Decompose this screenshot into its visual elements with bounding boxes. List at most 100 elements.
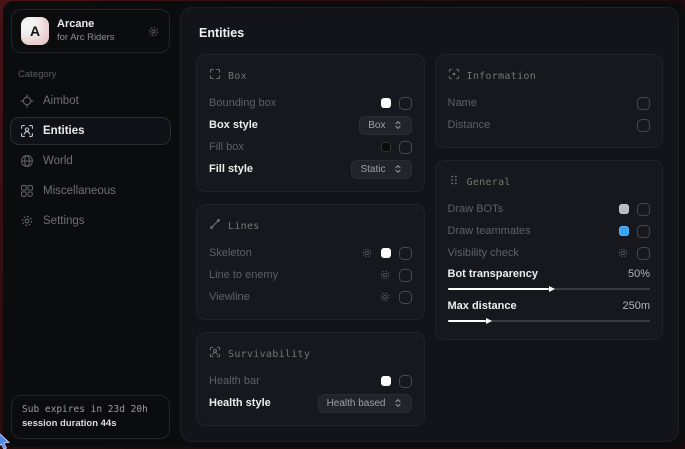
brand-card: A Arcane for Arc Riders (11, 9, 170, 53)
slider-thumb[interactable] (549, 286, 555, 292)
panel-lines: Lines Skeleton (196, 204, 425, 320)
sidebar-item-world[interactable]: World (10, 147, 171, 175)
panel-information: Information Name Distance (435, 54, 664, 148)
row-fill-style: Fill style Static (209, 158, 412, 180)
checkbox[interactable] (399, 247, 412, 260)
panel-title: Box (228, 71, 247, 82)
color-swatch[interactable] (619, 204, 629, 214)
sidebar-item-miscellaneous[interactable]: Miscellaneous (10, 177, 171, 205)
row-fill-box: Fill box (209, 136, 412, 158)
crosshair-icon (20, 94, 34, 108)
brand-title: Arcane (57, 18, 139, 32)
checkbox[interactable] (637, 247, 650, 260)
setting-label: Skeleton (209, 247, 252, 259)
panel-title: Information (467, 71, 537, 82)
setting-label: Bounding box (209, 97, 276, 109)
row-health-bar: Health bar (209, 370, 412, 392)
gear-icon[interactable] (617, 247, 629, 259)
row-skeleton: Skeleton (209, 242, 412, 264)
checkbox[interactable] (399, 269, 412, 282)
color-swatch[interactable] (381, 142, 391, 152)
main-panel: Entities Box Bounding box (180, 7, 679, 442)
brand-subtitle: for Arc Riders (57, 32, 139, 44)
setting-label: Draw BOTs (448, 203, 504, 215)
panel-lines-header: Lines (209, 217, 412, 235)
sidebar-nav: Aimbot Entities World (3, 87, 178, 235)
setting-label: Visibility check (448, 247, 519, 259)
checkbox[interactable] (637, 119, 650, 132)
setting-label: Health bar (209, 375, 260, 387)
panel-survivability: Survivability Health bar Health style (196, 332, 425, 426)
checkbox[interactable] (637, 225, 650, 238)
row-draw-bots: Draw BOTs (448, 198, 651, 220)
setting-label: Box style (209, 119, 258, 131)
bot-transparency-slider[interactable] (448, 285, 651, 293)
unfold-icon (393, 164, 403, 174)
panel-title: Survivability (228, 349, 310, 360)
row-draw-teammates: Draw teammates (448, 220, 651, 242)
panel-survivability-header: Survivability (209, 345, 412, 363)
fill-style-dropdown[interactable]: Static (351, 160, 411, 179)
checkbox[interactable] (399, 97, 412, 110)
category-label: Category (18, 69, 163, 80)
sidebar-item-label: World (43, 155, 73, 167)
sidebar: A Arcane for Arc Riders Category Aimbot (3, 1, 178, 447)
screen: A Arcane for Arc Riders Category Aimbot (0, 0, 685, 449)
checkbox[interactable] (399, 291, 412, 304)
gear-icon[interactable] (379, 291, 391, 303)
page-title: Entities (199, 26, 663, 40)
gear-icon[interactable] (379, 269, 391, 281)
right-column: Information Name Distance (435, 54, 664, 340)
sidebar-item-label: Aimbot (43, 95, 79, 107)
color-swatch[interactable] (381, 248, 391, 258)
panel-general: General Draw BOTs Draw teammates (435, 160, 664, 340)
slider-thumb[interactable] (486, 318, 492, 324)
box-style-dropdown[interactable]: Box (359, 116, 411, 135)
color-swatch[interactable] (619, 226, 629, 236)
health-style-dropdown[interactable]: Health based (318, 394, 412, 413)
checkbox[interactable] (399, 375, 412, 388)
sidebar-item-aimbot[interactable]: Aimbot (10, 87, 171, 115)
brand-gear-icon[interactable] (147, 25, 160, 38)
color-swatch[interactable] (381, 98, 391, 108)
setting-label: Draw teammates (448, 225, 531, 237)
row-line-to-enemy: Line to enemy (209, 264, 412, 286)
gear-icon[interactable] (361, 247, 373, 259)
session-duration-text: session duration 44s (22, 418, 159, 429)
row-viewline: Viewline (209, 286, 412, 308)
sidebar-item-settings[interactable]: Settings (10, 207, 171, 235)
color-swatch[interactable] (381, 376, 391, 386)
app-window: A Arcane for Arc Riders Category Aimbot (3, 1, 685, 447)
row-box-style: Box style Box (209, 114, 412, 136)
row-max-distance: Max distance 250m (448, 296, 651, 328)
sidebar-item-entities[interactable]: Entities (10, 117, 171, 145)
grid-icon (20, 184, 34, 198)
checkbox[interactable] (637, 97, 650, 110)
sidebar-item-label: Entities (43, 125, 85, 137)
dropdown-value: Health based (327, 398, 386, 409)
dropdown-value: Static (360, 164, 385, 175)
row-bot-transparency: Bot transparency 50% (448, 264, 651, 296)
globe-icon (20, 154, 34, 168)
row-distance: Distance (448, 114, 651, 136)
slider-value: 250m (622, 300, 650, 312)
setting-label: Fill box (209, 141, 244, 153)
panel-information-header: Information (448, 67, 651, 85)
setting-label: Bot transparency (448, 268, 538, 280)
settings-grid: Box Bounding box Box style (196, 54, 663, 426)
panel-general-header: General (448, 173, 651, 191)
panel-box-header: Box (209, 67, 412, 85)
scan-dot-icon (448, 67, 460, 85)
setting-label: Name (448, 97, 477, 109)
dropdown-value: Box (368, 120, 385, 131)
checkbox[interactable] (399, 141, 412, 154)
max-distance-slider[interactable] (448, 317, 651, 325)
setting-label: Viewline (209, 291, 250, 303)
row-name: Name (448, 92, 651, 114)
row-health-style: Health style Health based (209, 392, 412, 414)
sub-expiry-text: Sub expires in 23d 20h (22, 404, 159, 415)
subscription-box: Sub expires in 23d 20h session duration … (11, 395, 170, 439)
brand-logo: A (21, 17, 49, 45)
checkbox[interactable] (637, 203, 650, 216)
line-icon (209, 217, 221, 235)
